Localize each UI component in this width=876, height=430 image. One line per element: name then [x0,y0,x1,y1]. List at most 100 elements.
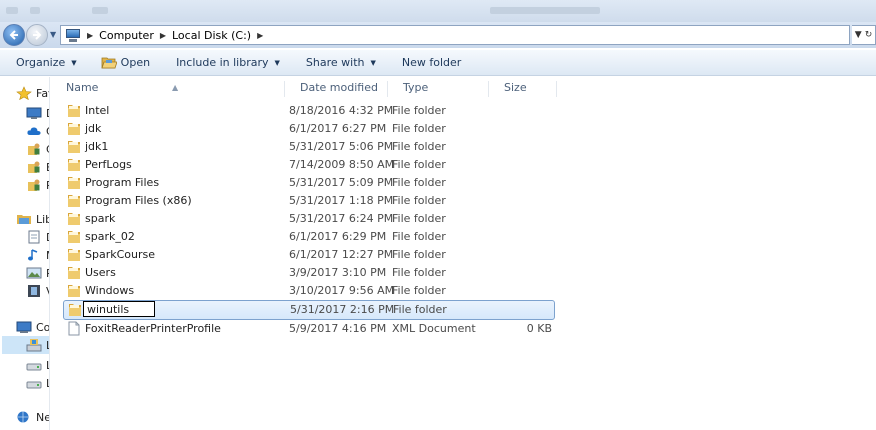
nav-item-user-folder[interactable]: B [26,158,49,176]
address-bar[interactable]: ▶ Computer ▶ Local Disk (C:) ▶ [60,25,850,45]
recent-pages-dropdown[interactable]: ▼ [50,30,58,40]
drive-icon [26,363,42,371]
file-row-foxitreaderprinterprofile[interactable]: FoxitReaderPrinterProfile 5/9/2017 4:16 … [63,320,555,338]
file-name: Program Files (x86) [85,194,192,207]
chevron-right-icon[interactable]: ▶ [160,31,166,40]
nav-item-cloud[interactable]: C [26,122,49,140]
file-name: Users [85,266,116,279]
nav-item-drive[interactable]: L [26,356,49,374]
new-folder-button[interactable]: New folder [396,52,467,74]
address-dropdown-button[interactable]: ▼ ↻ [852,25,876,45]
new-folder-label: New folder [401,56,462,69]
file-name: PerfLogs [85,158,132,171]
forward-button[interactable] [26,24,48,46]
computer-icon [65,28,81,42]
star-icon [16,86,32,100]
nav-item-user-folder[interactable]: C [26,140,49,158]
library-icon [17,215,31,224]
file-row-jdk[interactable]: jdk 6/1/2017 6:27 PM File folder [63,120,555,138]
column-size-label: Size [504,81,527,94]
nav-libraries-label: Lib [36,212,49,226]
file-name: SparkCourse [85,248,156,261]
nav-item-label: V [46,285,49,298]
nav-item-label: D [46,107,49,120]
blurred-icon [6,7,18,14]
file-name: spark_02 [85,230,135,243]
nav-computer-label: Co [36,320,50,334]
file-date: 5/31/2017 1:18 PM [289,194,394,207]
file-name: Program Files [85,176,160,189]
column-header-date-modified[interactable]: Date modified [285,77,388,99]
file-type: XML Document [392,322,476,335]
breadcrumb-computer[interactable]: Computer [99,29,154,42]
nav-network[interactable]: Ne [16,408,49,426]
nav-computer[interactable]: Co [16,318,50,336]
file-date: 7/14/2009 8:50 AM [289,158,395,171]
file-name: Windows [85,284,135,297]
column-headers: Name ▲ Date modified Type Size [51,77,876,99]
nav-item-local-disk-c[interactable]: L [2,336,49,354]
nav-item-drive[interactable]: L [26,374,49,392]
folder-icon [69,304,81,316]
nav-item-label: L [46,339,49,352]
file-row-windows[interactable]: Windows 3/10/2017 9:56 AM File folder [63,282,555,300]
document-icon [28,230,40,244]
back-button[interactable] [3,24,25,46]
nav-item-label: D [46,231,49,244]
chevron-right-icon[interactable]: ▶ [87,31,93,40]
nav-item-user-folder[interactable]: P [26,176,49,194]
file-type: File folder [392,158,446,171]
column-header-type[interactable]: Type [388,77,489,99]
file-name: spark [85,212,116,225]
open-button[interactable]: Open [95,52,156,74]
organize-label: Organize [16,56,66,69]
nav-favorites[interactable]: Fav [16,84,49,102]
file-type: File folder [392,176,446,189]
file-row-program-files[interactable]: Program Files 5/31/2017 5:09 PM File fol… [63,174,555,192]
folder-icon [68,123,80,135]
folder-icon [68,159,80,171]
arrow-right-icon [33,30,42,40]
nav-item-desktop[interactable]: D [26,104,49,122]
file-row-winutils[interactable]: winutils 5/31/2017 2:16 PM File folder [63,300,555,320]
include-in-library-button[interactable]: Include in library ▼ [170,52,286,74]
folder-icon [68,285,80,297]
file-name: Intel [85,104,110,117]
file-date: 5/31/2017 5:06 PM [289,140,394,153]
nav-item-documents[interactable]: D [26,228,49,246]
picture-icon [26,267,42,279]
file-row-program-files-x86[interactable]: Program Files (x86) 5/31/2017 1:18 PM Fi… [63,192,555,210]
nav-item-label: P [46,179,49,192]
nav-item-pictures[interactable]: P [26,264,49,282]
organize-button[interactable]: Organize ▼ [10,52,83,74]
file-row-users[interactable]: Users 3/9/2017 3:10 PM File folder [63,264,555,282]
share-with-button[interactable]: Share with ▼ [300,52,382,74]
file-row-spark-02[interactable]: spark_02 6/1/2017 6:29 PM File folder [63,228,555,246]
document-icon [68,321,80,336]
file-row-jdk1[interactable]: jdk1 5/31/2017 5:06 PM File folder [63,138,555,156]
file-row-spark[interactable]: spark 5/31/2017 6:24 PM File folder [63,210,555,228]
rename-input[interactable]: winutils [83,301,155,317]
file-type: File folder [392,140,446,153]
file-row-sparkcourse[interactable]: SparkCourse 6/1/2017 12:27 PM File folde… [63,246,555,264]
chevron-down-icon: ▼ [71,58,77,67]
nav-item-label: M [46,249,49,262]
user-folder-icon [28,143,40,155]
nav-libraries[interactable]: Lib [16,210,49,228]
blurred-title [490,7,600,14]
share-with-label: Share with [305,56,365,69]
user-folder-icon [28,161,40,173]
folder-icon [68,177,80,189]
column-header-size[interactable]: Size [489,77,557,99]
file-type: File folder [392,122,446,135]
nav-item-music[interactable]: M [26,246,49,264]
chevron-right-icon[interactable]: ▶ [257,31,263,40]
file-row-intel[interactable]: Intel 8/18/2016 4:32 PM File folder [63,102,555,120]
file-row-perflogs[interactable]: PerfLogs 7/14/2009 8:50 AM File folder [63,156,555,174]
column-header-name[interactable]: Name ▲ [51,77,285,99]
file-name: jdk [85,122,102,135]
nav-item-videos[interactable]: V [26,282,49,300]
file-size: 0 KB [526,322,552,335]
nav-favorites-label: Fav [36,86,49,100]
breadcrumb-local-disk[interactable]: Local Disk (C:) [172,29,251,42]
